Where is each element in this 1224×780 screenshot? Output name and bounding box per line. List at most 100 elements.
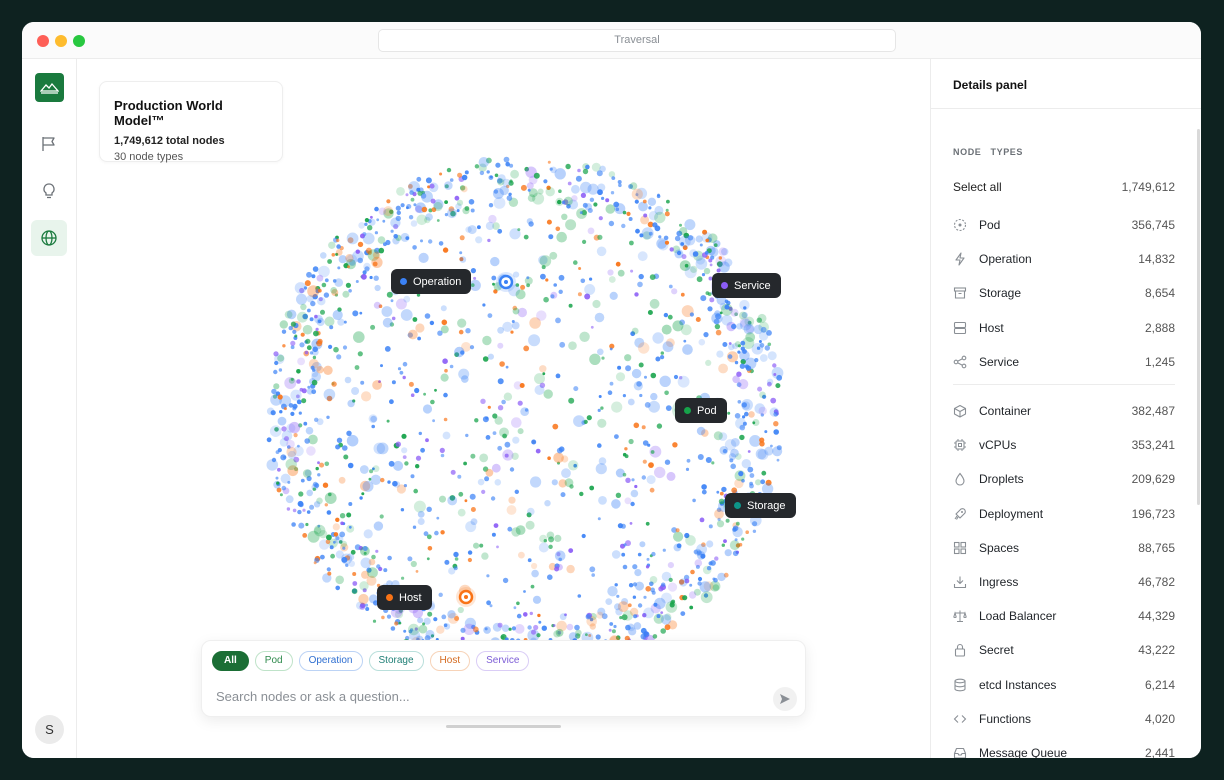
graph-node	[624, 497, 632, 505]
node-type-row[interactable]: Droplets 209,629	[953, 462, 1175, 496]
graph-node	[652, 634, 658, 639]
graph-node	[372, 619, 377, 623]
graph-node	[502, 321, 513, 332]
graph-node	[386, 614, 392, 619]
graph-node	[508, 627, 512, 631]
chip-operation[interactable]: Operation	[298, 651, 363, 671]
graph-node	[617, 365, 622, 370]
graph-node	[597, 234, 603, 240]
chip-storage[interactable]: Storage	[368, 651, 424, 671]
app-logo[interactable]	[35, 73, 64, 102]
graph-node	[485, 468, 494, 477]
node-type-row[interactable]: Deployment 196,723	[953, 497, 1175, 531]
select-all-row[interactable]: Select all 1,749,612	[953, 180, 1175, 194]
graph-node	[723, 539, 727, 543]
graph-node	[347, 399, 355, 408]
graph-node	[503, 392, 513, 401]
graph-node	[629, 522, 633, 525]
nav-insights-button[interactable]	[31, 173, 67, 209]
total-nodes: 1,749,612 total nodes	[114, 135, 225, 147]
chip-pod[interactable]: Pod	[254, 651, 293, 671]
address-bar[interactable]: Traversal	[378, 29, 896, 52]
node-type-row[interactable]: Message Queue 2,441	[953, 736, 1175, 758]
graph-node	[607, 390, 613, 396]
chip-service[interactable]: Service	[476, 651, 530, 671]
nav-flag-button[interactable]	[31, 126, 67, 162]
node-type-row[interactable]: Host 2,888	[953, 311, 1175, 345]
graph-node	[488, 203, 494, 208]
chip-host[interactable]: Host	[429, 651, 471, 671]
user-avatar[interactable]: S	[35, 715, 64, 744]
graph-label-host[interactable]: Host	[377, 585, 432, 610]
graph-node	[729, 540, 740, 551]
graph-node	[721, 543, 725, 547]
pod-dot-icon	[684, 407, 691, 414]
graph-node	[363, 262, 371, 271]
graph-label-operation[interactable]: Operation	[391, 269, 472, 294]
graph-node	[401, 576, 405, 580]
graph-node	[302, 533, 308, 538]
graph-node	[316, 418, 324, 426]
send-button[interactable]	[773, 687, 797, 711]
world-model-card: Production World Model™ 1,749,612 total …	[99, 81, 283, 163]
chip-all[interactable]: All	[212, 651, 249, 671]
graph-node	[540, 273, 546, 280]
graph-node	[568, 303, 573, 308]
graph-node	[744, 411, 749, 417]
graph-node	[379, 514, 384, 519]
graph-node	[402, 455, 407, 459]
graph-node	[297, 509, 302, 515]
graph-node	[589, 197, 595, 202]
graph-node	[615, 492, 622, 498]
graph-node	[699, 517, 705, 523]
node-type-row[interactable]: Service 1,245	[953, 345, 1175, 379]
node-type-row[interactable]: Functions 4,020	[953, 702, 1175, 736]
minimize-window-button[interactable]	[55, 35, 67, 47]
graph-node	[324, 461, 330, 467]
node-type-row[interactable]: Load Balancer 44,329	[953, 599, 1175, 633]
graph-node	[658, 235, 662, 239]
graph-node	[306, 295, 314, 303]
graph-label-storage[interactable]: Storage	[725, 493, 796, 518]
graph-node	[346, 232, 359, 245]
graph-node	[482, 356, 489, 362]
graph-node	[526, 182, 534, 190]
node-type-row[interactable]: Container 382,487	[953, 394, 1175, 428]
graph-node	[298, 411, 302, 415]
node-type-row[interactable]: Operation 14,832	[953, 242, 1175, 276]
graph-node	[664, 240, 670, 245]
graph-node	[527, 507, 535, 516]
node-type-row[interactable]: Pod 356,745	[953, 208, 1175, 242]
panel-scrollbar[interactable]	[1197, 129, 1200, 505]
graph-label-pod[interactable]: Pod	[675, 398, 727, 423]
graph-node	[273, 369, 278, 375]
zoom-window-button[interactable]	[73, 35, 85, 47]
node-type-row[interactable]: vCPUs 353,241	[953, 428, 1175, 462]
search-input[interactable]: Search nodes or ask a question...	[216, 689, 410, 704]
graph-node	[585, 614, 591, 620]
graph-node	[665, 208, 669, 212]
graph-node	[639, 541, 646, 548]
graph-node	[587, 208, 593, 213]
graph-node	[536, 310, 547, 321]
graph-node	[624, 447, 628, 451]
graph-label-service[interactable]: Service	[712, 273, 781, 298]
graph-node	[461, 375, 469, 383]
node-type-row[interactable]: Spaces 88,765	[953, 531, 1175, 565]
graph-node	[376, 442, 389, 455]
graph-node	[609, 381, 614, 386]
nav-world-model-button[interactable]	[31, 220, 67, 256]
node-type-row[interactable]: Storage 8,654	[953, 276, 1175, 310]
node-type-row[interactable]: etcd Instances 6,214	[953, 667, 1175, 701]
graph-node	[582, 239, 587, 244]
node-type-row[interactable]: Ingress 46,782	[953, 565, 1175, 599]
node-type-row[interactable]: Secret 43,222	[953, 633, 1175, 667]
graph-node	[537, 613, 541, 618]
close-window-button[interactable]	[37, 35, 49, 47]
graph-node	[279, 493, 283, 497]
node-type-count: 14,832	[1138, 252, 1175, 267]
graph-node	[616, 594, 620, 598]
graph-node	[707, 292, 712, 296]
filter-chips: All Pod Operation Storage Host Service	[212, 651, 530, 671]
drag-handle[interactable]	[446, 725, 561, 728]
